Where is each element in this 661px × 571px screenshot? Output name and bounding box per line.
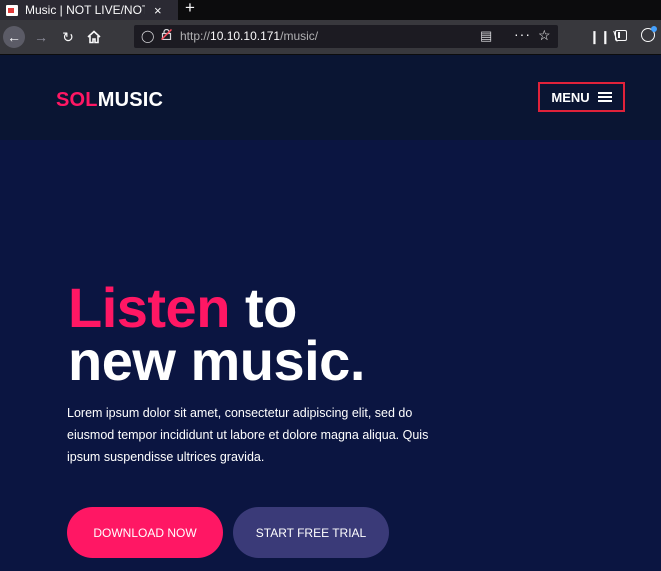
hero-title-line1: Listen to — [68, 280, 297, 336]
start-free-trial-button[interactable]: START FREE TRIAL — [233, 507, 389, 558]
reload-icon: ↻ — [62, 28, 74, 45]
home-icon — [87, 30, 101, 44]
site-logo[interactable]: SOLMUSIC — [56, 89, 163, 112]
forward-button[interactable]: → — [30, 26, 52, 48]
tab-title: Music | NOT LIVE/NOT F — [25, 3, 145, 17]
navigation-bar: ← → ↻ ◯ http://10.10.10.171/music/ ▤ ···… — [0, 20, 661, 55]
logo-rest: MUSIC — [97, 89, 164, 111]
insecure-lock-icon[interactable] — [161, 29, 172, 40]
hero-section: Listen to new music. Lorem ipsum dolor s… — [0, 140, 661, 571]
more-icon[interactable]: ··· — [514, 26, 531, 42]
url-host: 10.10.10.171 — [210, 29, 281, 43]
shield-icon[interactable]: ◯ — [141, 29, 154, 43]
url-text[interactable]: http://10.10.10.171/music/ — [180, 29, 318, 43]
reader-icon[interactable]: ▤ — [480, 28, 492, 44]
url-prefix: http:// — [180, 29, 211, 43]
reload-button[interactable]: ↻ — [57, 26, 79, 48]
new-tab-button[interactable]: + — [185, 0, 195, 18]
favicon-icon — [6, 4, 18, 16]
address-bar[interactable]: ◯ http://10.10.10.171/music/ ▤ ··· ☆ — [134, 25, 558, 48]
hero-lead-text: Lorem ipsum dolor sit amet, consectetur … — [67, 406, 429, 464]
url-path: /music/ — [280, 29, 319, 43]
star-icon[interactable]: ☆ — [538, 27, 551, 44]
menu-label: MENU — [551, 89, 590, 105]
site-header: SOLMUSIC MENU — [0, 55, 661, 140]
back-icon: ← — [7, 29, 21, 45]
tab-active[interactable]: Music | NOT LIVE/NOT F × — [0, 0, 178, 20]
download-now-button[interactable]: DOWNLOAD NOW — [67, 507, 223, 558]
back-button[interactable]: ← — [3, 26, 25, 48]
menu-button[interactable]: MENU — [538, 82, 625, 112]
forward-icon: → — [34, 29, 48, 45]
logo-accent: SOL — [56, 89, 98, 111]
hamburger-icon — [597, 92, 612, 102]
sidebar-icon[interactable] — [615, 30, 627, 41]
account-icon[interactable] — [641, 26, 657, 42]
tab-close-button[interactable]: × — [154, 3, 162, 18]
home-button[interactable] — [83, 26, 105, 48]
hero-title-line2: new music. — [68, 329, 365, 392]
tab-bar: Music | NOT LIVE/NOT F × + — [0, 0, 661, 20]
